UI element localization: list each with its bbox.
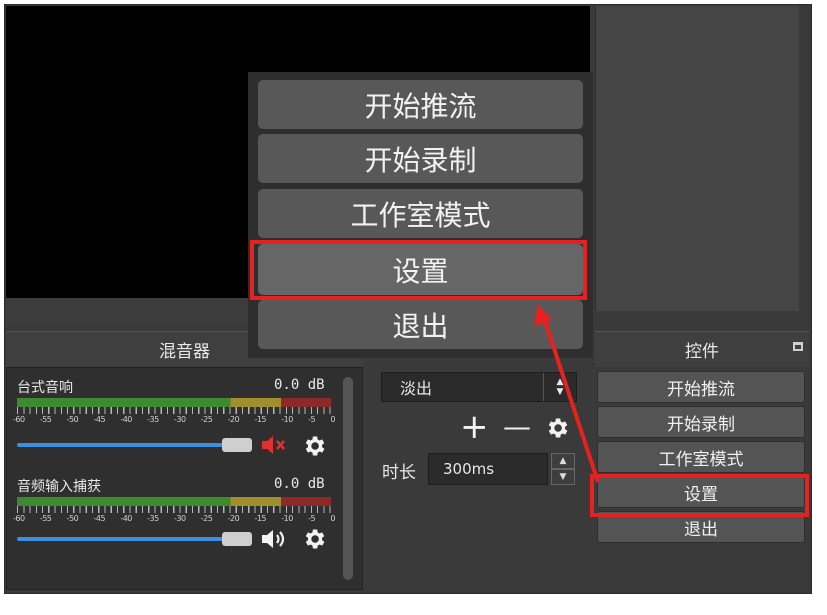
meter-scale: -60 -55 -50 -45 -40 -35 -30 -25 -20 -15 -10 -5 0 [13,514,335,523]
add-transition-button[interactable]: + [460,410,489,444]
channel-name: 音频输入捕获 [17,479,101,495]
float-dock-icon[interactable] [793,342,803,351]
settings-highlight-box [590,474,809,517]
gear-icon[interactable] [301,433,327,459]
start-recording-button[interactable]: 开始录制 [597,406,805,438]
volume-meter [17,497,331,506]
controls-title: 控件 [595,331,809,367]
duration-label: 时长 [382,463,416,483]
mute-speaker-icon[interactable] [260,434,288,456]
speaker-icon[interactable] [260,528,288,550]
studio-mode-button[interactable]: 工作室模式 [258,189,583,238]
start-streaming-button[interactable]: 开始推流 [597,371,805,403]
volume-meter [17,398,331,407]
volume-slider-handle[interactable] [222,438,252,452]
controls-title-text: 控件 [685,342,719,362]
volume-slider[interactable] [17,443,229,447]
start-streaming-button[interactable]: 开始推流 [258,80,583,129]
meter-ticks [17,506,331,513]
studio-mode-button[interactable]: 工作室模式 [597,441,805,473]
start-recording-button[interactable]: 开始录制 [258,134,583,183]
meter-ticks [17,407,331,414]
scene-panel [595,6,799,311]
volume-slider-handle[interactable] [222,532,252,546]
channel-db: 0.0 dB [274,377,325,393]
mixer-scrollbar[interactable] [343,377,353,580]
meter-scale: -60 -55 -50 -45 -40 -35 -30 -25 -20 -15 -10 -5 0 [13,415,335,424]
settings-highlight-box [250,240,587,300]
volume-slider[interactable] [17,537,229,541]
annotation-arrow [530,300,610,490]
channel-name: 台式音响 [17,380,73,396]
transition-selected: 淡出 [400,379,433,398]
channel-db: 0.0 dB [274,476,325,492]
remove-transition-button[interactable]: — [503,412,531,442]
gear-icon[interactable] [301,526,327,552]
